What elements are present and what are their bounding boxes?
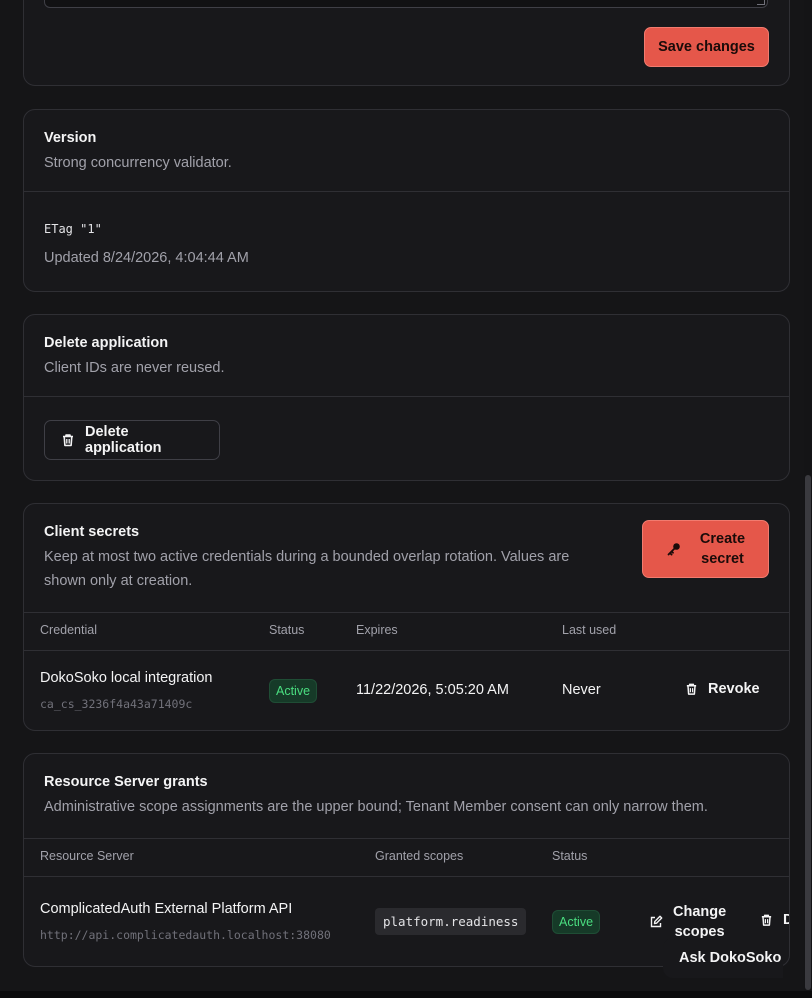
- grants-description: Administrative scope assignments are the…: [44, 799, 708, 815]
- application-settings-page: Save changes Version Strong concurrency …: [0, 0, 812, 998]
- resize-grip-icon[interactable]: [757, 0, 765, 5]
- save-changes-button[interactable]: Save changes: [644, 27, 769, 67]
- grants-table-header: Resource Server Granted scopes Status: [24, 838, 789, 876]
- trash-icon: [760, 913, 773, 927]
- delete-application-button[interactable]: Delete application: [44, 420, 220, 460]
- column-granted-scopes: Granted scopes: [375, 849, 464, 863]
- revoke-label: Revoke: [708, 681, 760, 697]
- column-status: Status: [269, 623, 305, 637]
- trash-icon: [61, 433, 75, 447]
- divider: [24, 191, 789, 192]
- client-secrets-card: Client secrets Keep at most two active c…: [23, 503, 790, 731]
- etag-value: ETag "1": [44, 222, 102, 236]
- revoke-button[interactable]: Revoke: [685, 681, 760, 697]
- key-icon: [666, 541, 682, 557]
- create-secret-button[interactable]: Create secret: [642, 520, 769, 578]
- scope-chip: platform.readiness: [375, 908, 527, 935]
- delete-grant-button[interactable]: D: [760, 912, 789, 928]
- description-textarea[interactable]: [44, 0, 768, 8]
- updated-timestamp: Updated 8/24/2026, 4:04:44 AM: [44, 250, 249, 266]
- secrets-description: Keep at most two active credentials duri…: [44, 549, 570, 589]
- version-description: Strong concurrency validator.: [44, 155, 232, 171]
- delete-application-label: Delete application: [85, 424, 162, 456]
- last-used-value: Never: [562, 682, 601, 698]
- secrets-table-header: Credential Status Expires Last used: [24, 612, 789, 650]
- version-card: Version Strong concurrency validator. ET…: [23, 109, 790, 292]
- column-expires: Expires: [356, 623, 398, 637]
- create-secret-label-2: secret: [701, 551, 744, 567]
- create-secret-label-1: Create: [699, 531, 746, 547]
- delete-description: Client IDs are never reused.: [44, 360, 225, 376]
- change-scopes-button[interactable]: Change scopes: [649, 902, 726, 942]
- grants-title: Resource Server grants: [44, 774, 208, 790]
- version-card-header: Version Strong concurrency validator.: [24, 110, 789, 175]
- grants-card-header: Resource Server grants Administrative sc…: [24, 754, 789, 819]
- divider: [24, 876, 789, 877]
- delete-card-header: Delete application Client IDs are never …: [24, 315, 789, 380]
- trash-icon: [685, 682, 698, 696]
- settings-card: Save changes: [23, 0, 790, 86]
- ask-dokosoko-button[interactable]: Ask DokoSoko: [663, 938, 783, 978]
- delete-grant-label: D: [783, 912, 789, 928]
- change-scopes-label-1: Change: [673, 904, 727, 920]
- status-badge: Active: [552, 910, 601, 934]
- divider: [24, 396, 789, 397]
- credential-name: DokoSoko local integration: [40, 670, 213, 686]
- scrollbar[interactable]: [804, 0, 812, 998]
- bottom-edge: [0, 991, 812, 998]
- resource-server-name: ComplicatedAuth External Platform API: [40, 901, 293, 917]
- scrollbar-thumb[interactable]: [805, 475, 811, 990]
- column-status: Status: [552, 849, 588, 863]
- version-title: Version: [44, 130, 97, 146]
- resource-server-url: http://api.complicatedauth.localhost:380…: [40, 928, 331, 942]
- edit-icon: [649, 915, 663, 929]
- status-badge: Active: [269, 679, 318, 703]
- column-credential: Credential: [40, 623, 97, 637]
- divider: [24, 650, 789, 651]
- column-resource-server: Resource Server: [40, 849, 134, 863]
- secrets-title: Client secrets: [44, 524, 140, 540]
- resource-server-grants-card: Resource Server grants Administrative sc…: [23, 753, 790, 967]
- credential-id: ca_cs_3236f4a43a71409c: [40, 697, 193, 711]
- expires-value: 11/22/2026, 5:05:20 AM: [356, 682, 509, 698]
- column-last-used: Last used: [562, 623, 617, 637]
- delete-title: Delete application: [44, 335, 169, 351]
- delete-application-card: Delete application Client IDs are never …: [23, 314, 790, 481]
